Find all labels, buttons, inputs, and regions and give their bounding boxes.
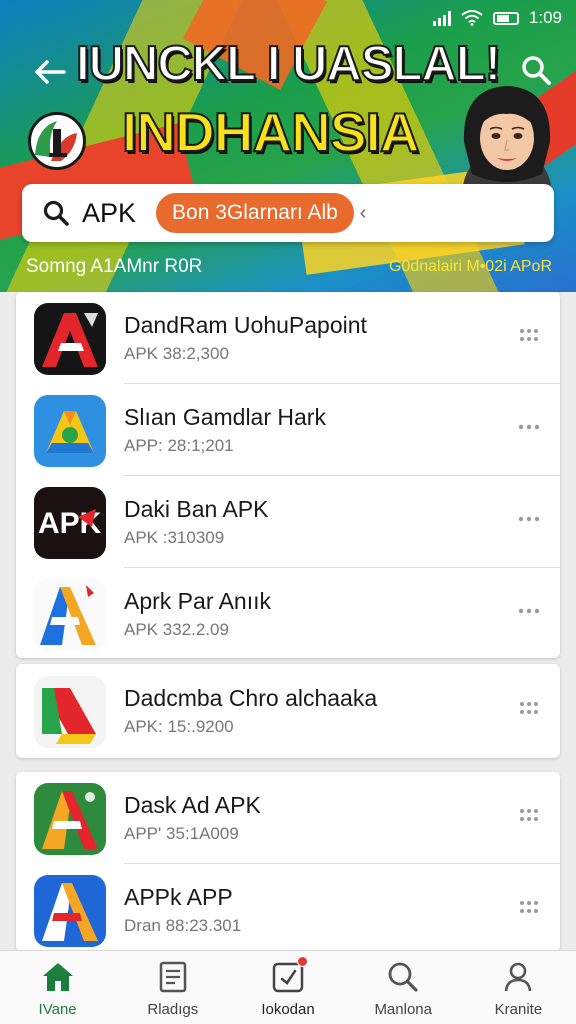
more-options-icon[interactable] xyxy=(516,598,542,624)
app-meta: APK 332.2.09 xyxy=(124,620,229,639)
brand-logo-icon xyxy=(28,112,86,170)
app-name: Aprk Par Anıık xyxy=(124,588,272,614)
status-bar: 1:09 xyxy=(432,8,562,28)
nav-label: Iokodan xyxy=(261,1001,315,1018)
home-icon xyxy=(40,959,76,995)
wifi-icon xyxy=(461,10,483,26)
more-options-icon[interactable] xyxy=(516,414,542,440)
notification-badge xyxy=(297,956,308,967)
drag-handle-icon[interactable] xyxy=(516,894,542,920)
document-icon xyxy=(155,959,191,995)
nav-item-documents[interactable]: Rladıgs xyxy=(115,951,230,1024)
header-banner: 1:09 IUNCKL I UASLAL! INDHANSIA APK Bon … xyxy=(0,0,576,292)
list-item[interactable]: Slıan Gamdlar Hark APP: 28:1;201 xyxy=(16,384,560,476)
app-name: Daki Ban APK xyxy=(124,496,269,522)
app-name: APPk APP xyxy=(124,884,233,910)
list-item[interactable]: Aprk Par Anıık APK 332.2.09 xyxy=(16,568,560,660)
list-item[interactable]: DandRam UohuPapoint APK 38:2,300 xyxy=(16,292,560,384)
list-item[interactable]: APK Daki Ban APK APK :310309 xyxy=(16,476,560,568)
list-item[interactable]: APPk APP Dran 88:23.301 xyxy=(16,864,560,956)
apk-dark-icon: APK xyxy=(34,487,106,559)
app-name: Dadcmba Chro alchaaka xyxy=(124,685,378,711)
nav-item-home[interactable]: IVane xyxy=(0,951,115,1024)
banner-subtitle-left: Somng A1AMnr R0R xyxy=(26,256,203,277)
nav-label: IVane xyxy=(38,1001,77,1018)
app-name: Dask Ad APK xyxy=(124,792,261,818)
nav-label: Rladıgs xyxy=(147,1001,199,1018)
search-bar[interactable]: APK Bon 3Glarnarı Alb ‹ xyxy=(22,184,554,242)
app-meta: APP: 28:1;201 xyxy=(124,436,234,455)
download-icon xyxy=(270,956,308,995)
app-meta: APK 38:2,300 xyxy=(124,344,229,363)
banner-title: IUNCKL I UASLAL! xyxy=(75,36,502,92)
drag-handle-icon[interactable] xyxy=(516,695,542,721)
nav-item-downloads[interactable]: Iokodan xyxy=(230,951,345,1024)
person-icon xyxy=(500,959,536,995)
green-a-icon xyxy=(34,783,106,855)
app-meta: APK :310309 xyxy=(124,528,225,547)
list-item[interactable]: Dadcmba Chro alchaaka APK: 15:.9200 xyxy=(16,665,560,757)
app-list-card: Dask Ad APK APP' 35:1A009 APPk APP Dran … xyxy=(16,772,560,952)
search-input[interactable]: APK xyxy=(82,198,136,229)
drive-color-icon xyxy=(34,676,106,748)
search-icon xyxy=(385,959,421,995)
signal-icon xyxy=(432,10,451,26)
nav-item-search[interactable]: Manlona xyxy=(346,951,461,1024)
triangle-drive-icon xyxy=(34,395,106,467)
app-list-card: DandRam UohuPapoint APK 38:2,300 Slıan G… xyxy=(16,292,560,658)
battery-icon xyxy=(492,11,519,25)
banner-subtitle-right: G0dnalairi M•02i APoR xyxy=(388,258,552,275)
banner-title-country: INDHANSIA xyxy=(121,100,421,164)
nav-item-profile[interactable]: Kranite xyxy=(461,951,576,1024)
drag-handle-icon[interactable] xyxy=(516,802,542,828)
bottom-navigation: IVane Rladıgs Iokodan Manlona Kranite xyxy=(0,950,576,1024)
blue-a-icon xyxy=(34,579,106,651)
search-action-label: Bon 3Glarnarı Alb xyxy=(172,201,338,224)
drag-handle-icon[interactable] xyxy=(516,322,542,348)
app-meta: Dran 88:23.301 xyxy=(124,916,242,935)
back-button[interactable] xyxy=(30,52,70,92)
mascot-avatar xyxy=(462,86,552,192)
arrow-left-icon xyxy=(35,60,66,84)
search-icon xyxy=(40,197,72,229)
sparkle-icon: ‹ xyxy=(359,201,367,224)
nav-label: Manlona xyxy=(374,1001,432,1018)
blue-a2-icon xyxy=(34,875,106,947)
red-a-icon xyxy=(34,303,106,375)
app-name: Slıan Gamdlar Hark xyxy=(124,404,326,430)
more-options-icon[interactable] xyxy=(516,506,542,532)
app-name: DandRam UohuPapoint xyxy=(124,312,367,338)
search-action-button[interactable]: Bon 3Glarnarı Alb xyxy=(156,193,354,233)
nav-label: Kranite xyxy=(494,1001,543,1018)
list-item[interactable]: Dask Ad APK APP' 35:1A009 xyxy=(16,772,560,864)
app-list-card: Dadcmba Chro alchaaka APK: 15:.9200 xyxy=(16,664,560,758)
status-time: 1:09 xyxy=(528,8,562,27)
app-meta: APP' 35:1A009 xyxy=(124,824,239,843)
app-meta: APK: 15:.9200 xyxy=(124,717,234,736)
